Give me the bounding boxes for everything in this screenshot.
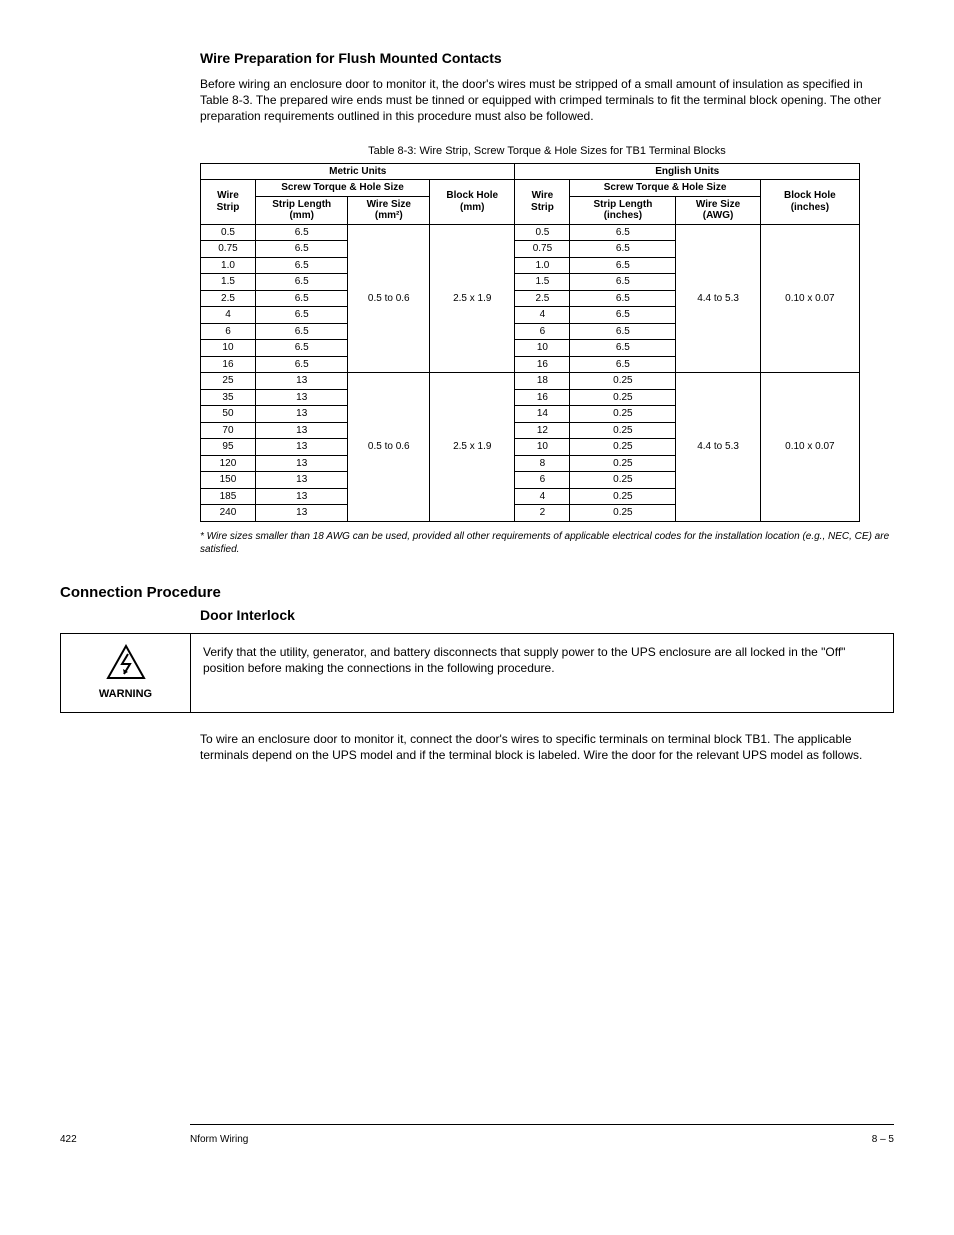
th-wire-right: Wire Strip (515, 180, 570, 225)
page: Wire Preparation for Flush Mounted Conta… (0, 0, 954, 1235)
wire-prep-heading: Wire Preparation for Flush Mounted Conta… (200, 50, 894, 66)
th-strip-mm: Strip Length (mm) (255, 196, 348, 224)
th-english: English Units (515, 163, 860, 180)
th-wiresize-mm: Wire Size (mm²) (348, 196, 430, 224)
connection-heading: Connection Procedure (60, 584, 894, 601)
footer-left: Nform Wiring (190, 1134, 248, 1145)
warning-box: WARNING Verify that the utility, generat… (60, 633, 894, 713)
wire-table: Metric Units English Units Wire Strip Sc… (200, 163, 860, 522)
section-wire-prep: Wire Preparation for Flush Mounted Conta… (60, 50, 894, 125)
th-screw-right: Screw Torque & Hole Size (570, 180, 760, 197)
th-wiresize-awg: Wire Size (AWG) (676, 196, 760, 224)
page-footer: Nform Wiring 8 – 5 (190, 1134, 894, 1145)
warning-triangle-icon (106, 644, 146, 680)
table-row: 0.5 6.5 0.5 to 0.6 2.5 x 1.9 0.5 6.5 4.4… (201, 224, 860, 241)
table-caption: Table 8-3: Wire Strip, Screw Torque & Ho… (200, 145, 894, 157)
th-hole-right: Block Hole (inches) (760, 180, 859, 225)
th-hole-left: Block Hole (mm) (430, 180, 515, 225)
th-screw-left: Screw Torque & Hole Size (255, 180, 429, 197)
wire-prep-text: Before wiring an enclosure door to monit… (200, 76, 894, 125)
th-strip-in: Strip Length (inches) (570, 196, 676, 224)
table-row: 25 13 0.5 to 0.6 2.5 x 1.9 18 0.25 4.4 t… (201, 373, 860, 390)
footer-right: 8 – 5 (872, 1134, 894, 1145)
door-interlock-heading: Door Interlock (200, 607, 894, 623)
warning-text: Verify that the utility, generator, and … (191, 634, 893, 712)
table-footnote: * Wire sizes smaller than 18 AWG can be … (200, 530, 894, 556)
th-metric: Metric Units (201, 163, 515, 180)
page-number: 422 (60, 1134, 77, 1145)
warning-icon-cell: WARNING (61, 634, 191, 712)
connection-body: To wire an enclosure door to monitor it,… (200, 731, 894, 763)
th-wire-left: Wire Strip (201, 180, 256, 225)
warning-label: WARNING (99, 688, 152, 700)
footer-rule (190, 1124, 894, 1125)
